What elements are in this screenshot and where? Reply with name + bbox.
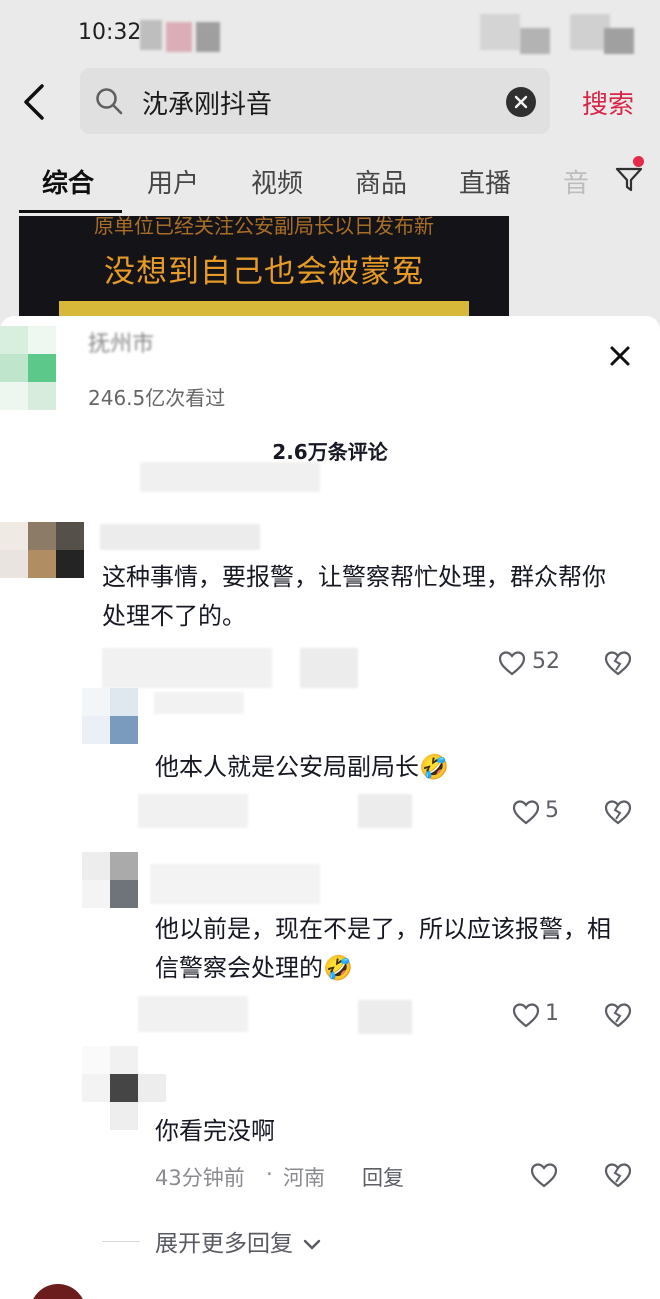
meta-separator: ·	[266, 1162, 273, 1186]
like-count: 5	[545, 798, 559, 823]
expand-more-replies-button[interactable]: 展开更多回复	[155, 1224, 322, 1258]
blurred-meta	[358, 794, 412, 828]
blurred-meta	[138, 794, 248, 828]
dislike-broken-heart-icon[interactable]	[604, 1002, 632, 1028]
blurred-subtitle	[140, 462, 320, 492]
expand-more-label: 展开更多回复	[155, 1231, 293, 1257]
expand-divider	[102, 1241, 140, 1242]
dislike-broken-heart-icon[interactable]	[604, 1162, 632, 1188]
blurred-meta	[358, 1000, 412, 1034]
blurred-username	[150, 864, 320, 904]
avatar[interactable]	[82, 1046, 166, 1130]
avatar[interactable]	[30, 1284, 86, 1299]
blurred-meta	[138, 996, 248, 1032]
comment-text: 这种事情，要报警，让警察帮忙处理，群众帮你处理不了的。	[102, 563, 606, 630]
avatar[interactable]	[0, 522, 84, 578]
avatar[interactable]	[82, 852, 138, 908]
blurred-username	[100, 524, 260, 550]
blurred-meta	[300, 648, 358, 688]
reply-location: 河南	[283, 1166, 325, 1190]
like-heart-icon[interactable]	[512, 1002, 540, 1028]
dislike-broken-heart-icon[interactable]	[604, 650, 632, 676]
blurred-meta	[102, 648, 272, 688]
view-count: 246.5亿次看过	[88, 386, 226, 410]
like-count: 52	[532, 649, 560, 674]
like-heart-icon[interactable]	[512, 799, 540, 825]
chevron-down-icon	[304, 1239, 321, 1249]
reply-text: 你看完没啊	[155, 1117, 275, 1145]
like-heart-icon[interactable]	[530, 1162, 558, 1188]
like-heart-icon[interactable]	[498, 650, 526, 676]
comment-sheet: 抚州市 246.5亿次看过 2.6万条评论 这种事情，要报警，让警察帮忙处理，群…	[0, 316, 660, 1299]
author-name: 抚州市	[88, 332, 155, 357]
comment-count: 2.6万条评论	[272, 440, 388, 464]
avatar[interactable]	[82, 688, 138, 744]
search-results-page: 10:32 沈承刚抖音 搜索 综合 用户 视频 商品 直播 音 原单位已经关注公…	[0, 0, 660, 330]
reply-text: 他以前是，现在不是了，所以应该报警，相信警察会处理的🤣	[155, 915, 611, 982]
overlay-dim	[0, 0, 660, 330]
reply-button[interactable]: 回复	[362, 1162, 404, 1192]
close-icon[interactable]	[604, 340, 636, 372]
reply-time: 43分钟前	[155, 1166, 245, 1190]
blurred-username	[100, 1290, 164, 1299]
author-avatar[interactable]	[0, 326, 56, 410]
reply-text: 他本人就是公安局副局长🤣	[155, 753, 449, 781]
blurred-username	[154, 692, 244, 714]
like-count: 1	[545, 1001, 559, 1026]
dislike-broken-heart-icon[interactable]	[604, 799, 632, 825]
